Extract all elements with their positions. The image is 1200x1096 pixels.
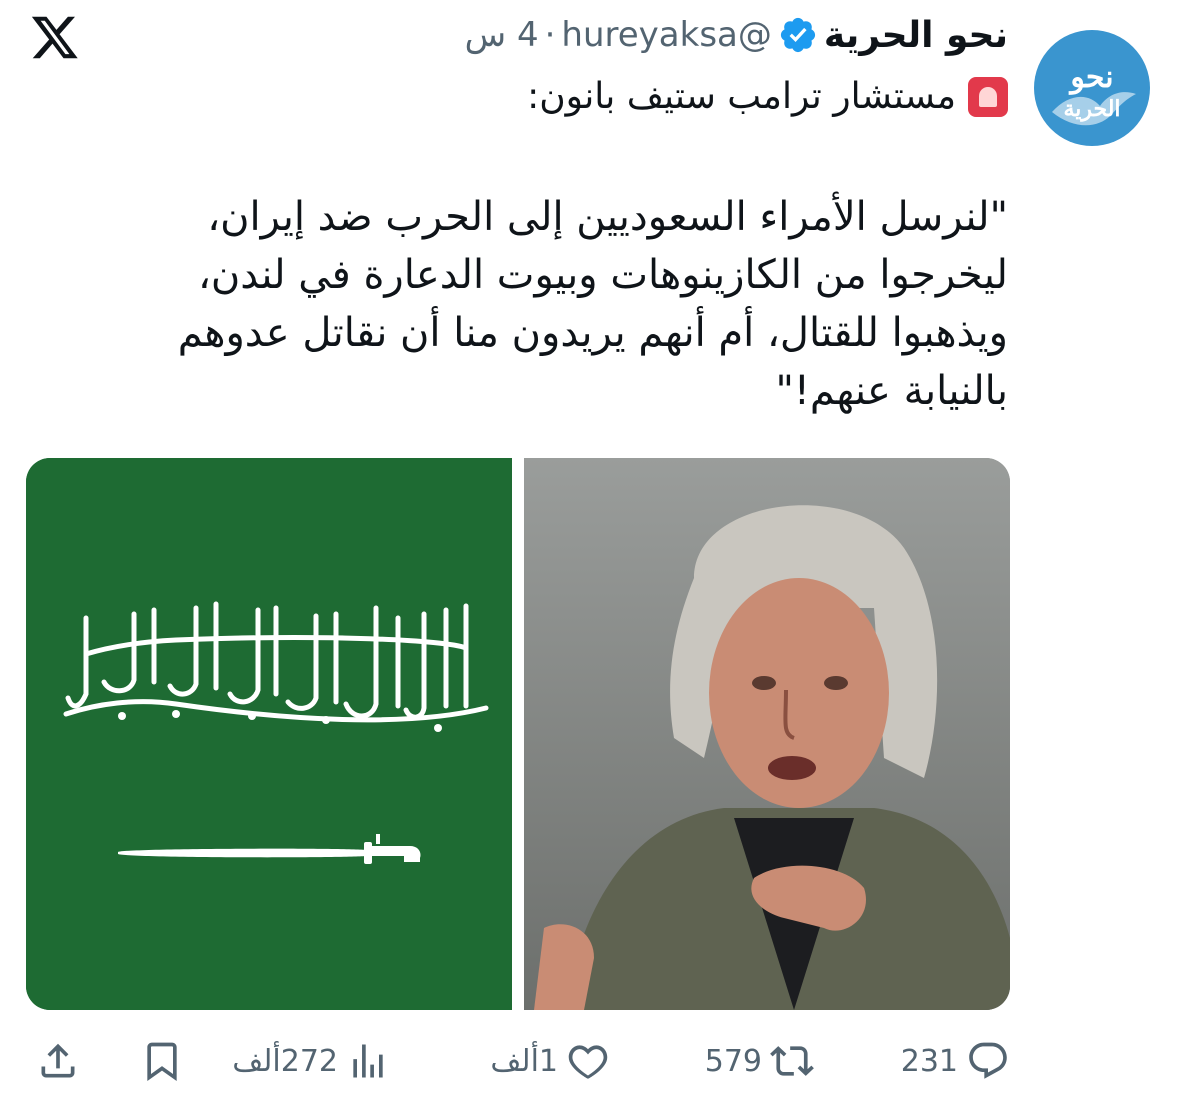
- tweet-header: نحو الحرية @hureyaksa · 4 س: [465, 10, 1008, 60]
- tweet-actions: 231 579 1ألف 272ألف: [30, 1034, 1010, 1088]
- views-chart-icon: [353, 1044, 383, 1078]
- person-photo[interactable]: [524, 458, 1010, 1010]
- views-button[interactable]: 272ألف: [232, 1034, 390, 1088]
- repost-count: 579: [704, 1043, 762, 1079]
- share-button[interactable]: [36, 1034, 80, 1088]
- tweet-heading-text: مستشار ترامب ستيف بانون:: [527, 76, 956, 117]
- tweet-body: "لنرسل الأمراء السعوديين إلى الحرب ضد إي…: [108, 188, 1008, 420]
- like-count: 1ألف: [490, 1043, 558, 1079]
- handle[interactable]: @hureyaksa: [561, 15, 771, 55]
- reply-icon: [969, 1042, 1007, 1079]
- rotating-light-icon: [968, 76, 1008, 117]
- repost-icon: [770, 1046, 814, 1076]
- timestamp[interactable]: 4 س: [465, 15, 539, 55]
- repost-button[interactable]: 579: [705, 1034, 814, 1088]
- like-button[interactable]: 1ألف: [490, 1034, 610, 1088]
- bookmark-button[interactable]: [140, 1034, 184, 1088]
- tweet-body-line: ليخرجوا من الكازينوهات وبيوت الدعارة في …: [198, 252, 1008, 298]
- tweet-media[interactable]: [26, 458, 1010, 1010]
- flag-artwork: [26, 458, 512, 1010]
- bookmark-icon: [147, 1042, 177, 1082]
- saudi-flag-image[interactable]: [26, 458, 512, 1010]
- tweet-body-line: ويذهبوا للقتال، أم أنهم يريدون منا أن نق…: [177, 310, 1008, 356]
- tweet-body-line: "لنرسل الأمراء السعوديين إلى الحرب ضد إي…: [207, 194, 1008, 240]
- reply-button[interactable]: 231: [901, 1034, 1010, 1088]
- avatar-logo-text-1: نحو: [1070, 60, 1114, 95]
- display-name[interactable]: نحو الحرية: [824, 15, 1008, 56]
- verified-badge-icon: [780, 17, 815, 53]
- x-logo-icon[interactable]: [30, 12, 80, 62]
- media-divider: [512, 458, 524, 1010]
- heart-icon: [568, 1045, 608, 1079]
- tweet-body-line: بالنيابة عنهم!": [775, 368, 1008, 414]
- reply-count: 231: [900, 1043, 958, 1079]
- views-count: 272ألف: [232, 1043, 338, 1079]
- avatar[interactable]: نحو الحرية: [1034, 30, 1150, 146]
- person-photo-artwork: [524, 458, 1010, 1010]
- share-icon: [41, 1043, 75, 1078]
- separator-dot: ·: [544, 15, 556, 55]
- tweet-heading: مستشار ترامب ستيف بانون:: [527, 76, 1008, 117]
- avatar-logo-text-2: الحرية: [1063, 96, 1121, 122]
